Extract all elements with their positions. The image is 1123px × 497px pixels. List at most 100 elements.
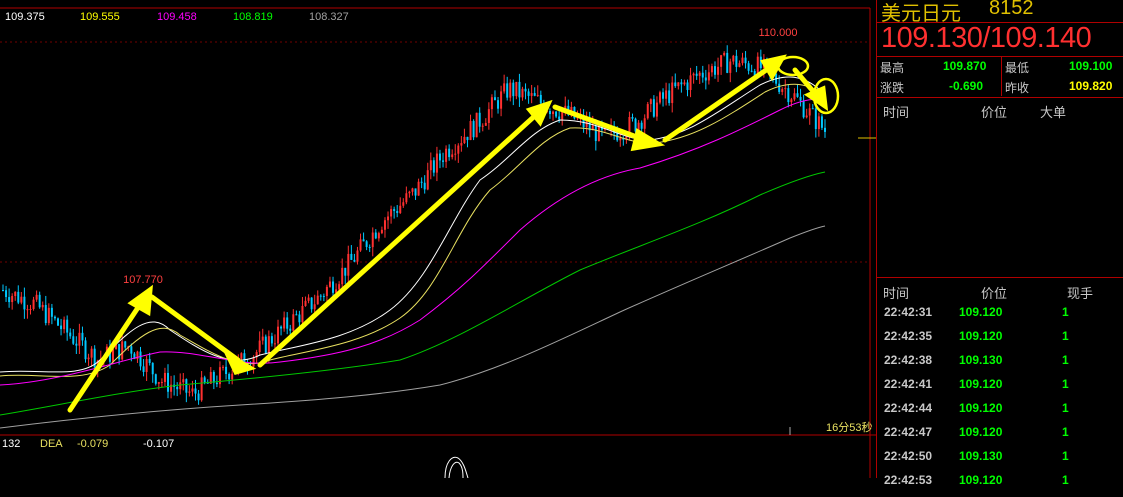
candle-body [310, 297, 313, 310]
candle-body [35, 294, 38, 300]
trade-price: 109.120 [959, 425, 1003, 439]
high-value: 109.870 [943, 59, 987, 73]
candle-body [704, 77, 707, 81]
candle-body [817, 116, 820, 130]
chart-frame [0, 7, 876, 478]
candle-body [47, 307, 50, 324]
candle-body [325, 286, 328, 297]
candle-body [261, 336, 264, 341]
candle-body [160, 381, 163, 383]
candle-body [286, 317, 289, 329]
candle-body [344, 267, 347, 276]
candle-body [790, 99, 793, 103]
candle-body [87, 357, 90, 360]
candle-body [683, 82, 686, 85]
candle-body [130, 346, 133, 354]
trade-row: 22:42:41 109.120 1 [877, 377, 1123, 401]
candle-body [417, 181, 420, 196]
candle-body [506, 83, 509, 98]
candle-body [808, 108, 811, 116]
price-chart[interactable]: 107.770 110.000 16分53秒 [0, 0, 876, 478]
trade-time: 22:42:41 [884, 377, 933, 391]
candle-body [396, 211, 399, 213]
candle-body [368, 246, 371, 248]
candle-body [631, 116, 634, 119]
candle-body [750, 70, 753, 72]
candle-body [307, 297, 310, 301]
candle-body [555, 111, 558, 117]
candle-body [319, 295, 322, 297]
trend-arrow-3 [257, 110, 541, 368]
candle-body [490, 97, 493, 110]
candle-body [732, 55, 735, 62]
candle-body [658, 92, 661, 103]
candle-body [148, 359, 151, 363]
candle-body [139, 351, 142, 367]
ma-magenta-line [0, 98, 826, 386]
candle-body [460, 143, 463, 146]
low-value: 109.100 [1069, 59, 1113, 73]
candle-body [356, 250, 359, 262]
candle-body [270, 336, 273, 344]
macd-value-2: -0.107 [143, 438, 175, 450]
trade-time: 22:42:47 [884, 425, 933, 439]
candle-body [710, 66, 713, 73]
candle-body [778, 83, 781, 92]
candle-body [649, 99, 652, 105]
candle-body [548, 111, 551, 115]
dea-label: DEA [40, 438, 63, 450]
candle-body [228, 374, 231, 380]
candle-body [225, 366, 228, 375]
candle-body [747, 63, 750, 71]
trade-volume: 1 [1062, 377, 1069, 391]
candle-body [380, 229, 383, 234]
candle-body [796, 93, 799, 97]
candle-body [799, 96, 802, 101]
candle-body [194, 388, 197, 394]
candle-body [377, 233, 380, 239]
candle-body [805, 115, 808, 118]
candle-body [142, 366, 145, 372]
change-label: 涨跌 [880, 81, 905, 95]
candle-body [200, 377, 203, 401]
candle-body [811, 108, 814, 110]
candle-body [640, 122, 643, 129]
candle-body [154, 374, 157, 384]
candle-body [57, 318, 60, 326]
candle-body [692, 73, 695, 76]
trend-arrow-4 [552, 104, 648, 143]
candle-body [53, 316, 56, 319]
candle-body [787, 88, 790, 103]
candle-body [655, 102, 658, 117]
candle-body [493, 97, 496, 101]
candle-body [735, 55, 738, 67]
candle-body [304, 300, 307, 306]
trend-arrow-2-head [222, 348, 257, 375]
candle-body [518, 81, 521, 98]
high-label: 最高 [880, 61, 905, 75]
candle-body [652, 99, 655, 117]
candle-body [707, 72, 710, 81]
trade-price: 109.120 [959, 305, 1003, 319]
trade-time: 22:42:35 [884, 329, 933, 343]
candle-body [701, 72, 704, 78]
candle-body [402, 202, 405, 206]
candle-body [426, 170, 429, 190]
candle-body [435, 153, 438, 173]
candle-body [212, 372, 215, 383]
candle-body [487, 109, 490, 123]
candle-body [298, 314, 301, 323]
candle-body [222, 366, 225, 368]
symbol-code: 8152 [989, 0, 1034, 19]
candle-body [328, 281, 331, 287]
trade-volume: 1 [1062, 401, 1069, 415]
trade-price-header: 价位 [981, 286, 1008, 301]
candle-body [802, 100, 805, 118]
candle-body [188, 391, 191, 393]
candle-body [503, 83, 506, 92]
candle-body [689, 75, 692, 90]
candle-body [203, 377, 206, 383]
highlight-circle-1 [776, 55, 810, 77]
candle-body [405, 193, 408, 203]
trade-price: 109.120 [959, 329, 1003, 343]
